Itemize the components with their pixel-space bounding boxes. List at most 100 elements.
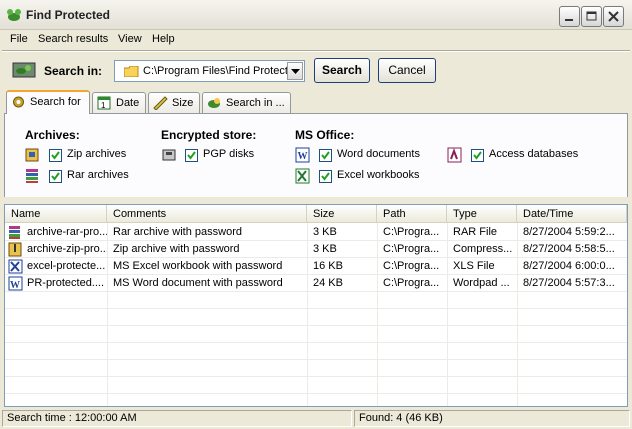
word-documents-label: Word documents — [337, 148, 420, 160]
dropdown-arrow-button[interactable] — [287, 62, 303, 80]
rar-archives-label: Rar archives — [67, 169, 129, 181]
cell-datetime: 8/27/2004 5:58:5... — [523, 243, 615, 255]
pgp-disks-checkbox[interactable] — [185, 149, 198, 162]
archives-group-title: Archives: — [25, 128, 80, 142]
cell-name: PR-protected.... — [27, 277, 105, 289]
cell-type: RAR File — [453, 226, 498, 238]
folder-search-icon — [208, 98, 220, 108]
table-row[interactable]: W PR-protected.... MS Word document with… — [5, 275, 627, 292]
tab-date[interactable]: 1 Date — [92, 92, 146, 113]
status-bar: Search time : 12:00:00 AM Found: 4 (46 K… — [0, 408, 632, 429]
access-databases-label: Access databases — [489, 148, 579, 160]
access-databases-checkbox[interactable] — [471, 149, 484, 162]
grid-line — [5, 308, 627, 309]
table-row[interactable]: archive-rar-pro... Rar archive with pass… — [5, 224, 627, 241]
ruler-icon — [153, 96, 168, 110]
cancel-button[interactable]: Cancel — [378, 58, 436, 83]
cell-size: 3 KB — [313, 226, 337, 238]
cell-datetime: 8/27/2004 6:00:0... — [523, 260, 615, 272]
close-button[interactable] — [603, 6, 624, 27]
window-title: Find Protected — [26, 8, 111, 22]
tab-label: Date — [116, 97, 140, 109]
table-row[interactable]: excel-protecte... MS Excel workbook with… — [5, 258, 627, 275]
zip-archives-option[interactable]: Zip archives — [25, 147, 135, 163]
title-bar[interactable]: Find Protected — [0, 0, 632, 30]
menu-view[interactable]: View — [118, 33, 142, 45]
rar-archives-checkbox[interactable] — [49, 170, 62, 183]
close-icon — [608, 11, 619, 22]
tab-search-in[interactable]: Search in ... — [202, 92, 291, 113]
column-header-size[interactable]: Size — [307, 205, 377, 223]
cell-comments: Zip archive with password — [113, 243, 240, 255]
grid-line — [5, 359, 627, 360]
svg-text:W: W — [298, 151, 308, 162]
status-search-time: Search time : 12:00:00 AM — [2, 410, 352, 427]
encrypted-group-title: Encrypted store: — [161, 128, 257, 142]
maximize-button[interactable] — [581, 6, 602, 27]
checkmark-icon — [51, 172, 60, 181]
grid-line — [5, 393, 627, 394]
column-header-name[interactable]: Name — [5, 205, 107, 223]
excel-icon — [295, 168, 310, 184]
menu-search-results[interactable]: Search results — [38, 33, 108, 45]
svg-text:1: 1 — [101, 101, 106, 110]
checkmark-icon — [321, 151, 330, 160]
calendar-icon: 1 — [97, 96, 111, 110]
menu-separator — [2, 50, 630, 52]
cell-comments: Rar archive with password — [113, 226, 242, 238]
cell-comments: MS Word document with password — [113, 277, 283, 289]
cell-type: Compress... — [453, 243, 513, 255]
search-path-value: C:\Program Files\Find Protected — [143, 65, 289, 77]
cell-datetime: 8/27/2004 5:57:3... — [523, 277, 615, 289]
folder-icon — [124, 66, 139, 77]
excel-workbooks-option[interactable]: Excel workbooks — [295, 168, 425, 184]
word-documents-checkbox[interactable] — [319, 149, 332, 162]
column-header-path[interactable]: Path — [377, 205, 447, 223]
checkmark-icon — [51, 151, 60, 160]
grid-line — [5, 376, 627, 377]
results-list[interactable]: Name Comments Size Path Type Date/Time a… — [4, 204, 628, 407]
checkmark-icon — [187, 151, 196, 160]
search-for-panel: Archives: Zip archives Rar archives Encr… — [4, 113, 628, 197]
minimize-icon — [565, 19, 573, 21]
access-databases-option[interactable]: Access databases — [447, 147, 587, 163]
grid-line — [5, 325, 627, 326]
excel-workbooks-checkbox[interactable] — [319, 170, 332, 183]
cell-type: Wordpad ... — [453, 277, 510, 289]
chevron-down-icon — [291, 69, 300, 74]
maximize-icon — [586, 11, 597, 21]
pgp-disks-option[interactable]: PGP disks — [161, 147, 261, 163]
tab-label: Search for — [30, 96, 81, 108]
column-header-datetime[interactable]: Date/Time — [517, 205, 627, 223]
cell-size: 24 KB — [313, 277, 343, 289]
zip-archives-checkbox[interactable] — [49, 149, 62, 162]
tab-size[interactable]: Size — [148, 92, 200, 113]
cell-path: C:\Progra... — [383, 243, 440, 255]
zip-archive-icon — [25, 148, 39, 162]
column-header-comments[interactable]: Comments — [107, 205, 307, 223]
search-path-dropdown[interactable]: C:\Program Files\Find Protected — [114, 60, 305, 82]
search-location-icon — [12, 62, 36, 78]
access-icon — [447, 147, 462, 163]
menu-file[interactable]: File — [10, 33, 28, 45]
tab-search-for[interactable]: Search for — [6, 90, 90, 114]
app-icon — [7, 9, 21, 21]
table-row[interactable]: archive-zip-pro... Zip archive with pass… — [5, 241, 627, 258]
cell-path: C:\Progra... — [383, 277, 440, 289]
tab-label: Size — [172, 97, 194, 109]
column-header-type[interactable]: Type — [447, 205, 517, 223]
checkmark-icon — [473, 151, 482, 160]
cell-name: archive-rar-pro... — [27, 226, 107, 238]
rar-archive-icon — [26, 169, 38, 183]
zip-archives-label: Zip archives — [67, 148, 127, 160]
office-group-title: MS Office: — [295, 128, 355, 142]
word-documents-option[interactable]: W Word documents — [295, 147, 425, 163]
menu-help[interactable]: Help — [152, 33, 175, 45]
minimize-button[interactable] — [559, 6, 580, 27]
pgp-disks-label: PGP disks — [203, 148, 255, 160]
cell-size: 16 KB — [313, 260, 343, 272]
cell-name: excel-protecte... — [27, 260, 106, 272]
menu-bar: File Search results View Help — [0, 30, 632, 49]
rar-archives-option[interactable]: Rar archives — [25, 168, 135, 184]
search-button[interactable]: Search — [314, 58, 370, 83]
